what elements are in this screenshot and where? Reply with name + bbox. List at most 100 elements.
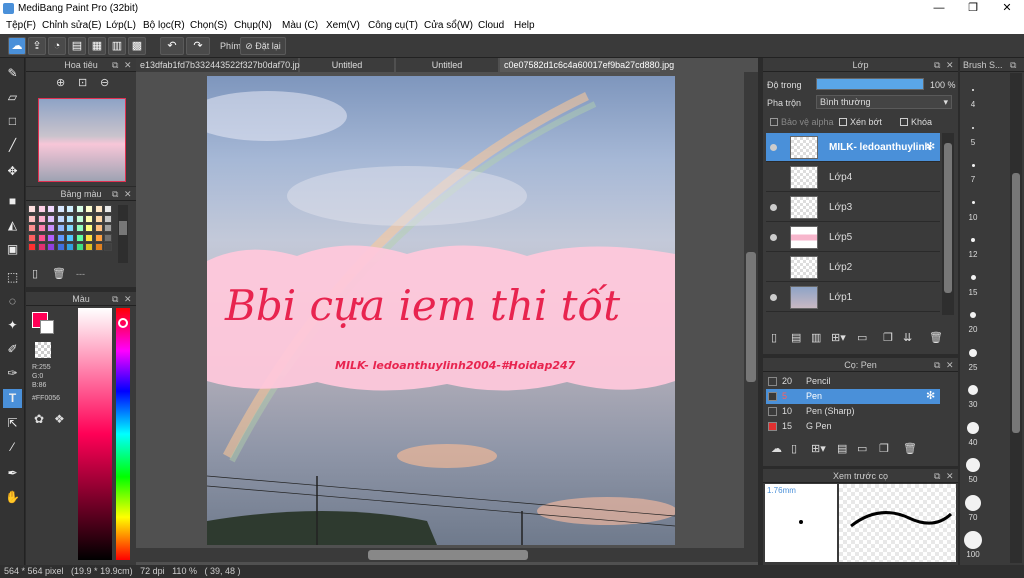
menu-edit[interactable]: Chỉnh sửa(E) (42, 20, 102, 31)
menu-color[interactable]: Màu (C) (282, 20, 318, 31)
brush-size-list[interactable] (962, 73, 1008, 563)
menu-file[interactable]: Tệp(F) (6, 20, 36, 31)
tab-document-1[interactable]: e13dfab1fd7b332443522f327b0daf70.jpg (136, 58, 305, 72)
eye-icon[interactable] (770, 234, 777, 241)
trash-icon[interactable]: 🗑 (903, 442, 917, 455)
palette-swatch[interactable] (28, 233, 36, 242)
gear-icon[interactable]: ✻ (926, 140, 935, 153)
add-brush-menu-icon[interactable]: ⊞▾ (811, 442, 826, 455)
text-tool-icon[interactable]: T (3, 389, 22, 408)
palette-swatch[interactable] (37, 224, 46, 232)
brush-row[interactable]: 10 Pen (Sharp) (766, 404, 940, 419)
grid-icon[interactable]: ▩ (128, 37, 146, 55)
new-brush-icon[interactable]: ▯ (791, 442, 797, 455)
brush-size-dot[interactable] (972, 89, 974, 91)
protect-alpha-checkbox[interactable] (770, 118, 778, 126)
palette-swatch[interactable] (104, 224, 112, 232)
scroll-thumb[interactable] (746, 252, 756, 382)
close-icon[interactable]: ✕ (946, 469, 954, 483)
bucket-tool-icon[interactable]: ◭ (3, 216, 22, 235)
eye-icon[interactable] (770, 144, 777, 151)
eye-icon[interactable] (770, 174, 777, 181)
trash-icon[interactable]: 🗑 (929, 331, 943, 344)
menu-window[interactable]: Cửa sổ(W) (424, 20, 473, 31)
select-pen-tool-icon[interactable]: ✐ (3, 340, 22, 359)
palette-swatch[interactable] (75, 205, 84, 213)
zoom-in-icon[interactable]: ⊕ (56, 76, 65, 89)
add-layer-menu-icon[interactable]: ⊞▾ (831, 331, 846, 344)
duplicate-layer-icon[interactable]: ❐ (883, 331, 893, 344)
cloud-brush-icon[interactable]: ☁ (771, 442, 782, 455)
layer-row[interactable]: MILK- ledoanthuylinh ✻ (766, 133, 940, 162)
palette-swatch[interactable] (66, 233, 74, 242)
palette-swatch[interactable] (56, 224, 65, 232)
brush-size-dot[interactable] (964, 531, 982, 549)
close-icon[interactable]: ✕ (124, 292, 132, 306)
operation-tool-icon[interactable]: ⇱ (3, 414, 22, 433)
palette-swatch[interactable] (66, 243, 74, 251)
color-set-icon[interactable]: ❖ (54, 412, 65, 426)
transparent-color-swatch[interactable] (35, 342, 51, 358)
brush-folder-icon[interactable]: ▭ (857, 442, 867, 455)
layer-row[interactable]: Lớp5 (766, 223, 940, 252)
panel-icon[interactable]: ▥ (108, 37, 126, 55)
undo-icon[interactable]: ↶ (160, 37, 184, 55)
hue-slider[interactable] (116, 308, 130, 560)
brush-row[interactable]: 5 Pen ✻ (766, 389, 940, 404)
eraser-tool-icon[interactable]: ▱ (3, 88, 22, 107)
close-button[interactable]: ✕ (990, 0, 1024, 17)
palette-swatch[interactable] (56, 243, 65, 251)
menu-view[interactable]: Xem(V) (326, 20, 360, 31)
brush-size-dot[interactable] (971, 163, 975, 167)
palette-swatch[interactable] (75, 243, 84, 251)
palette-swatch[interactable] (94, 243, 103, 251)
close-icon[interactable]: ✕ (946, 358, 954, 372)
palette-swatch[interactable] (94, 224, 103, 232)
popout-icon[interactable]: ⧉ (112, 187, 118, 201)
popout-icon[interactable]: ⧉ (934, 58, 940, 72)
blend-mode-select[interactable]: Bình thường ▾ (816, 95, 952, 109)
popout-icon[interactable]: ⧉ (1010, 58, 1016, 72)
line-tool-icon[interactable]: ╱ (3, 136, 22, 155)
brush-size-dot[interactable] (965, 494, 981, 511)
close-icon[interactable]: ✕ (946, 58, 954, 72)
brush-settings-icon[interactable]: ▤ (837, 442, 847, 455)
scroll-thumb[interactable] (1012, 173, 1020, 433)
popout-icon[interactable]: ⧉ (934, 358, 940, 372)
eye-icon[interactable] (770, 264, 777, 271)
palette-swatch[interactable] (104, 233, 112, 242)
reset-button[interactable]: ⊘ Đặt lại (240, 37, 286, 55)
palette-swatch[interactable] (75, 214, 84, 223)
new-halftone-layer-icon[interactable]: ▤ (791, 331, 801, 344)
document-icon[interactable]: ▦ (88, 37, 106, 55)
brush-row[interactable]: 15 G Pen (766, 419, 940, 434)
palette-swatch[interactable] (104, 205, 112, 213)
palette-swatch[interactable] (104, 243, 112, 251)
select-tool-icon[interactable]: ⬚ (3, 268, 22, 287)
layer-row[interactable]: Lớp1 (766, 283, 940, 312)
hand-tool-icon[interactable]: ✋ (3, 488, 22, 507)
palette-swatches[interactable] (28, 205, 116, 265)
palette-swatch[interactable] (66, 224, 74, 232)
eye-icon[interactable] (770, 204, 777, 211)
scroll-thumb[interactable] (944, 143, 952, 293)
palette-swatch[interactable] (75, 224, 84, 232)
magic-wand-tool-icon[interactable]: ✦ (3, 316, 22, 335)
brush-size-dot[interactable] (970, 275, 976, 280)
zoom-out-icon[interactable]: ⊖ (100, 76, 109, 89)
palette-swatch[interactable] (75, 233, 84, 242)
divide-tool-icon[interactable]: ⁄ (3, 438, 22, 457)
tab-document-2[interactable]: Untitled (300, 58, 394, 72)
palette-swatch[interactable] (28, 243, 36, 251)
fill-rect-tool-icon[interactable]: ■ (3, 192, 22, 211)
palette-swatch[interactable] (104, 214, 112, 223)
palette-swatch[interactable] (47, 205, 55, 213)
redo-icon[interactable]: ↷ (186, 37, 210, 55)
palette-swatch[interactable] (94, 233, 103, 242)
palette-swatch[interactable] (37, 214, 46, 223)
layer-scrollbar[interactable] (942, 133, 954, 315)
comment-icon[interactable]: ◔ (48, 37, 66, 55)
brush-size-dot[interactable] (968, 385, 978, 395)
navigator-thumbnail[interactable] (38, 98, 126, 182)
vertical-scrollbar[interactable] (744, 72, 758, 552)
